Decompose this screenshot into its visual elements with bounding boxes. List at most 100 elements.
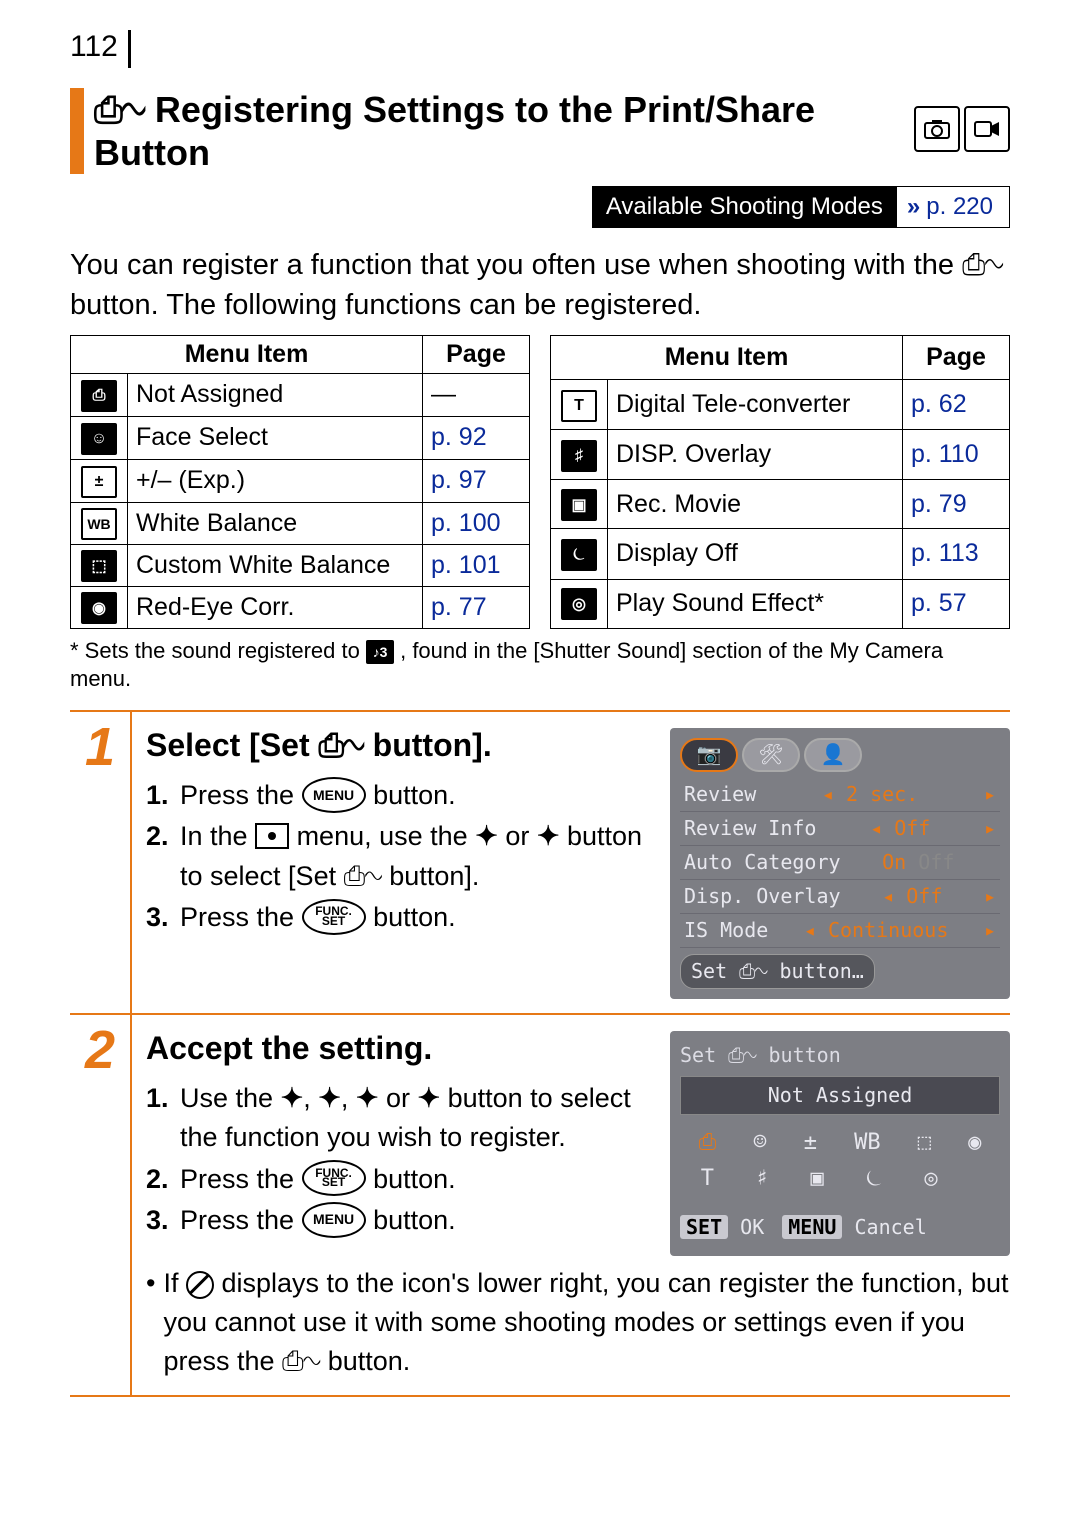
step-number: 1 [70,712,132,1013]
t: button. [366,780,456,810]
lcd2-icon-row-1: ⎙☺±WB⬚◉ [680,1125,1000,1161]
camera-mode-icon [914,106,960,152]
substep-text: In the menu, use the ✦ or ✦ button to se… [180,817,654,895]
sound-register-icon: ♪3 [366,640,394,664]
lcd-preview-1: 📷 🛠 👤 Review◂ 2 sec.▸ Review Info◂ Off▸ … [670,728,1010,999]
substep-text: Use the ✦, ✦, ✦ or ✦ button to select th… [180,1079,654,1157]
print-share-icon: ⎙∿ [282,1346,320,1376]
item-name: Face Select [128,416,423,459]
lcd-tab-user-icon: 👤 [804,738,862,772]
lcd-preview-2: Set ⎙∿ button Not Assigned ⎙☺±WB⬚◉ T♯▣⏾◎… [670,1031,1010,1256]
func-set-button-icon: FUNC.SET [302,899,366,935]
lcd2-menu-pill: MENU [782,1215,842,1239]
item-name: Digital Tele-converter [608,380,903,430]
custom-wb-icon: ⬚ [81,550,117,582]
sound-effect-icon: ◎ [561,588,597,620]
t: button. [328,1346,411,1376]
t: button. [366,1205,456,1235]
lcd2-ok: OK [740,1215,764,1239]
print-share-icon: ⎙∿ [344,861,382,891]
title-label: Registering Settings to the Print/Share … [94,89,815,173]
intro-b: button. The following functions can be r… [70,289,701,321]
item-page-link[interactable]: p. 97 [423,459,530,502]
t: button]. [364,727,492,763]
substep-num: 1. [146,1079,174,1157]
item-page-link[interactable]: p. 92 [423,416,530,459]
lcd-label: Review [684,780,756,809]
item-name: Display Off [608,529,903,579]
rec-menu-icon [255,823,289,849]
substep-text: Press the MENU button. [180,776,456,815]
t: SET [322,1178,345,1188]
rec-movie-icon: ▣ [561,489,597,521]
down-arrow-icon: ✦ [318,1083,341,1113]
lcd-label: Auto Category [684,848,841,877]
lcd2-selected: Not Assigned [680,1076,1000,1115]
item-page-link[interactable]: p. 62 [903,380,1010,430]
lcd-value: Off [894,816,930,840]
col-item: Menu Item [551,335,903,379]
item-page-link[interactable]: p. 101 [423,544,530,586]
substep-text: Press the MENU button. [180,1201,456,1240]
footnote-a: * Sets the sound registered to [70,638,366,663]
lcd-value: On [882,850,906,874]
item-page-link[interactable]: p. 77 [423,586,530,628]
lcd-label: Review Info [684,814,816,843]
prohibit-icon [186,1271,214,1299]
lcd2-cancel: Cancel [854,1215,926,1239]
t: menu, use the [289,821,475,851]
substep-text: Press the FUNC.SET button. [180,1160,456,1199]
lcd-set-button-row: Set ⎙∿ button… [680,954,875,989]
menu-button-icon: MENU [302,1202,366,1238]
substep-num: 2. [146,1160,174,1199]
footnote: * Sets the sound registered to ♪3 , foun… [70,637,1010,694]
title-accent-bar [70,88,84,174]
item-name: Rec. Movie [608,480,903,529]
item-page-link[interactable]: p. 100 [423,502,530,544]
t: , [303,1083,318,1113]
intro-a: You can register a function that you oft… [70,249,962,281]
disp-overlay-icon: ♯ [561,440,597,472]
function-table-right: Menu Item Page TDigital Tele-converterp.… [550,335,1010,629]
substep-num: 3. [146,1201,174,1240]
t: If [163,1268,186,1298]
section-title: ⎙∿ Registering Settings to the Print/Sha… [70,88,1010,174]
item-page-link[interactable]: p. 113 [903,529,1010,579]
print-share-icon: ⎙∿ [319,727,364,763]
t: button. [366,902,456,932]
step-2: 2 Set ⎙∿ button Not Assigned ⎙☺±WB⬚◉ T♯▣… [70,1015,1010,1397]
item-page: — [423,373,530,416]
lcd2-header: Set ⎙∿ button [680,1041,1000,1070]
lcd-label: Disp. Overlay [684,882,841,911]
up-arrow-icon: ✦ [281,1083,304,1113]
display-off-icon: ⏾ [561,539,597,571]
t: SET [322,917,345,927]
not-assigned-icon: ⎙ [81,380,117,412]
print-share-icon: ⎙∿ [94,89,145,130]
substep-num: 1. [146,776,174,815]
t: , [341,1083,356,1113]
lcd-value: 2 sec. [846,782,918,806]
item-name: White Balance [128,502,423,544]
t: Press the [180,1164,302,1194]
available-modes-link[interactable]: » p. 220 [897,186,1010,228]
intro-text: You can register a function that you oft… [70,246,1010,324]
col-page: Page [423,335,530,373]
item-page-link[interactable]: p. 57 [903,579,1010,628]
col-page: Page [903,335,1010,379]
item-page-link[interactable]: p. 79 [903,480,1010,529]
lcd-tab-tools-icon: 🛠 [742,738,800,772]
lcd-value: Off [906,884,942,908]
t: Press the [180,780,302,810]
chevrons-icon: » [907,193,920,221]
movie-mode-icon [964,106,1010,152]
item-name: Red-Eye Corr. [128,586,423,628]
print-share-icon: ⎙∿ [962,249,1003,281]
up-arrow-icon: ✦ [475,821,498,851]
title-text: ⎙∿ Registering Settings to the Print/Sha… [94,88,914,174]
substep-text: Press the FUNC.SET button. [180,898,456,937]
page-number: 112 [70,30,131,68]
lcd-value-off: Off [918,850,954,874]
item-page-link[interactable]: p. 110 [903,430,1010,480]
teleconverter-icon: T [561,390,597,422]
